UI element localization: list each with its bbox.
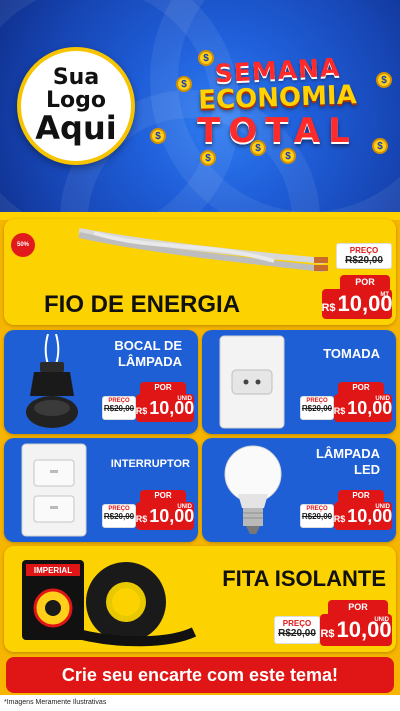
unit-label: MT: [380, 292, 389, 298]
coin-icon: $: [250, 140, 266, 156]
product-name: FIO DE ENERGIA: [44, 291, 241, 318]
price-tag: POR PREÇO R$20,00 R$ 10,00 UNID: [300, 382, 392, 430]
new-price-box: R$ 10,00 UNID: [136, 502, 194, 530]
socket-image: [26, 334, 78, 428]
price-tag: POR PREÇO R$20,00 R$ 10,00 UNID: [102, 382, 194, 430]
coin-icon: $: [280, 148, 296, 164]
new-price-box: R$ 10,00 UNID: [136, 394, 194, 422]
old-price: R$20,00: [103, 404, 135, 413]
coin-icon: $: [150, 128, 166, 144]
currency: R$: [321, 302, 336, 314]
product-name-line1: LÂMPADA: [315, 446, 380, 461]
unit-label: UNID: [177, 504, 192, 510]
product-name-line1: BOCAL DE: [114, 338, 182, 353]
product-name-line2: LED: [354, 462, 380, 478]
currency: R$: [135, 406, 148, 416]
price-tag: PREÇO R$20,00 POR R$ 10,00 MT: [321, 243, 393, 321]
new-price-box: R$ 10,00 UNID: [334, 394, 392, 422]
product-card-fio[interactable]: 50% FIO DE ENERGIA PREÇO R$20,00 POR R$ …: [4, 219, 396, 325]
old-price-box: PREÇO R$20,00: [336, 243, 392, 269]
price-tag: POR PREÇO R$20,00 R$ 10,00 UNID: [274, 600, 392, 650]
new-price-box: R$ 10,00 UNID: [334, 502, 392, 530]
unit-label: UNID: [375, 396, 390, 402]
unit-label: UNID: [374, 617, 389, 623]
old-price: R$20,00: [278, 628, 316, 639]
currency: R$: [333, 406, 346, 416]
coin-icon: $: [176, 76, 192, 92]
preco-label: PREÇO: [282, 619, 312, 628]
product-card-lampada[interactable]: LÂMPADA LED POR PREÇO R$20,00 R$ 10,00 U…: [202, 438, 396, 542]
header-banner: Sua Logo Aqui SEMANA ECONOMIA TOTAL $ $ …: [0, 0, 400, 218]
campaign-title: SEMANA ECONOMIA TOTAL: [160, 53, 395, 151]
product-name: FITA ISOLANTE: [222, 566, 386, 591]
disclaimer-text: *Imagens Meramente Ilustrativas: [0, 695, 400, 711]
product-card-fita[interactable]: IMPERIAL FITA ISOLANTE POR PREÇO R$20,00…: [4, 546, 396, 652]
bulb-image: [224, 445, 282, 534]
title-line3: TOTAL: [197, 111, 358, 151]
coin-icon: $: [200, 150, 216, 166]
product-name: TOMADA: [323, 346, 380, 361]
cta-banner[interactable]: Crie seu encarte com este tema!: [6, 657, 394, 693]
por-label: POR: [338, 382, 384, 394]
discount-badge: 50%: [11, 233, 35, 257]
old-price-box: PREÇO R$20,00: [102, 504, 136, 528]
logo-placeholder[interactable]: Sua Logo Aqui: [17, 47, 135, 165]
product-name: INTERRUPTOR: [110, 458, 190, 470]
product-card-tomada[interactable]: TOMADA POR PREÇO R$20,00 R$ 10,00 UNID: [202, 330, 396, 434]
currency: R$: [320, 628, 335, 640]
old-price-box: PREÇO R$20,00: [274, 616, 320, 644]
old-price: R$20,00: [301, 404, 333, 413]
old-price-box: PREÇO R$20,00: [102, 396, 136, 420]
currency: R$: [135, 514, 148, 524]
price-tag: POR PREÇO R$20,00 R$ 10,00 UNID: [102, 490, 194, 538]
old-price-box: PREÇO R$20,00: [300, 396, 334, 420]
price-tag: POR PREÇO R$20,00 R$ 10,00 UNID: [300, 490, 392, 538]
por-label: POR: [140, 382, 186, 394]
por-label: POR: [338, 490, 384, 502]
product-name-line2: LÂMPADA: [117, 354, 182, 370]
new-price-box: R$ 10,00 UNID: [320, 614, 392, 646]
tape-brand: IMPERIAL: [33, 566, 73, 575]
currency: R$: [333, 514, 346, 524]
unit-label: UNID: [177, 396, 192, 402]
por-label: POR: [140, 490, 186, 502]
old-price: R$20,00: [103, 512, 135, 521]
logo-text-line2: Aqui: [35, 109, 117, 148]
product-name: BOCAL DE LÂMPADA: [82, 338, 182, 371]
wire-image: [78, 228, 328, 272]
old-price-box: PREÇO R$20,00: [300, 504, 334, 528]
logo-text-line1: Sua Logo: [46, 65, 106, 114]
switch-image: [21, 443, 87, 537]
old-price: R$20,00: [301, 512, 333, 521]
preco-label: PREÇO: [349, 246, 379, 255]
por-label: POR: [328, 600, 388, 614]
coin-icon: $: [372, 138, 388, 154]
unit-label: UNID: [375, 504, 390, 510]
product-card-bocal[interactable]: BOCAL DE LÂMPADA POR PREÇO R$20,00 R$ 10…: [4, 330, 198, 434]
outlet-image: [219, 335, 285, 429]
product-name: LÂMPADA LED: [280, 446, 380, 479]
coin-icon: $: [376, 72, 392, 88]
product-card-interruptor[interactable]: INTERRUPTOR POR PREÇO R$20,00 R$ 10,00 U…: [4, 438, 198, 542]
new-price-box: R$ 10,00 MT: [321, 289, 393, 319]
old-price: R$20,00: [345, 255, 383, 266]
coin-icon: $: [198, 50, 214, 66]
por-label: POR: [340, 275, 390, 289]
